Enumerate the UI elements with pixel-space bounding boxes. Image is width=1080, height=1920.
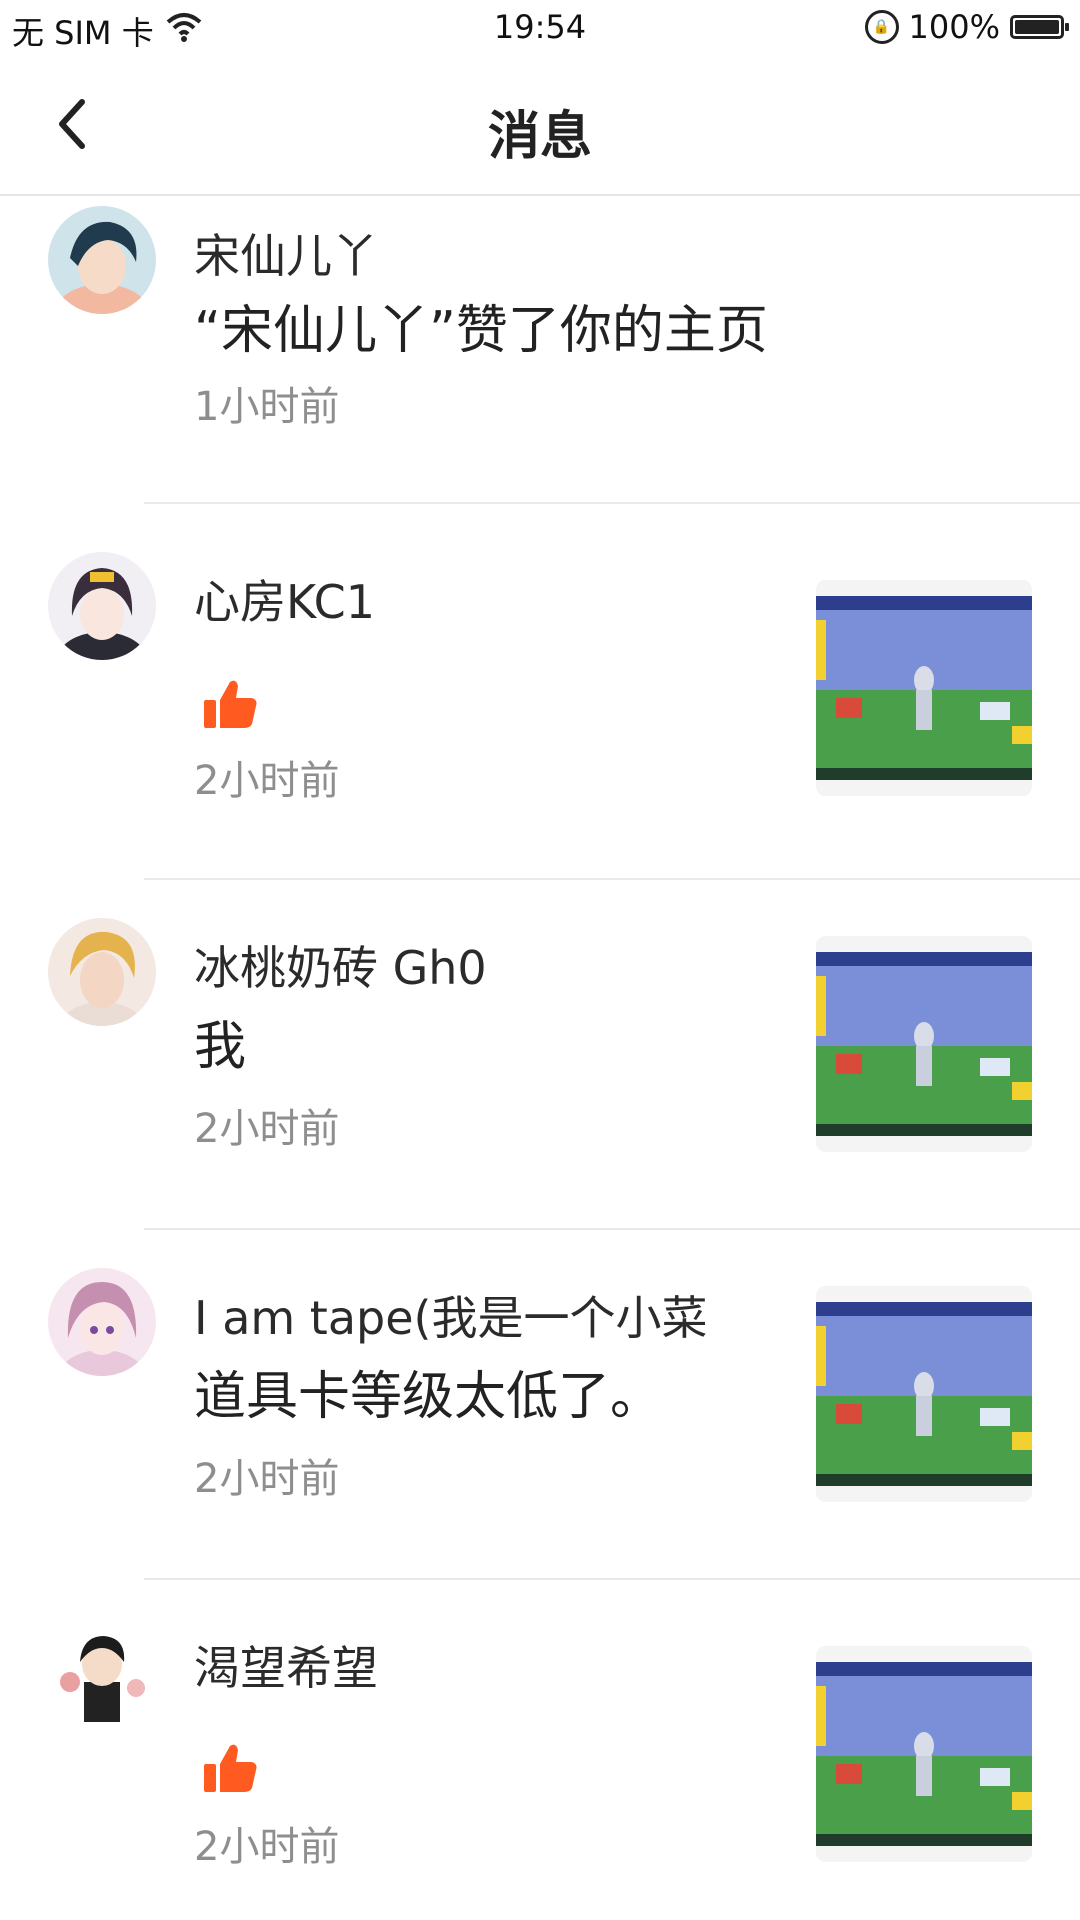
message-text: 道具卡等级太低了。	[194, 1367, 663, 1427]
list-item[interactable]: I am tape(我是一个小菜 道具卡等级太低了。 2小时前	[0, 1230, 1080, 1580]
message-time: 2小时前	[194, 1456, 340, 1502]
message-time: 2小时前	[194, 1106, 340, 1152]
status-right: 🔒 100%	[864, 8, 1069, 46]
page-title: 消息	[487, 107, 592, 167]
sender-name: 渴望希望	[194, 1641, 378, 1695]
header-bar: 消息	[0, 56, 1080, 196]
message-text: “宋仙儿丫”赞了你的主页	[194, 301, 768, 361]
status-bar: 无 SIM 卡 19:54 🔒 100%	[0, 0, 1080, 56]
list-item[interactable]: 冰桃奶砖 Gh0 我 2小时前	[0, 880, 1080, 1230]
avatar[interactable]	[48, 1268, 156, 1376]
avatar[interactable]	[48, 206, 156, 314]
post-thumbnail[interactable]	[816, 936, 1032, 1152]
message-time: 1小时前	[194, 384, 340, 430]
thumbs-up-icon	[204, 680, 257, 728]
battery-percent: 100%	[908, 8, 1000, 46]
message-time: 2小时前	[194, 1824, 340, 1870]
rotation-lock-icon: 🔒	[864, 10, 899, 44]
sender-name: 心房KC1	[194, 575, 376, 629]
sender-name: 冰桃奶砖 Gh0	[194, 941, 487, 995]
post-thumbnail[interactable]	[816, 1286, 1032, 1502]
avatar[interactable]	[48, 1618, 156, 1726]
post-thumbnail[interactable]	[816, 580, 1032, 796]
battery-icon	[1010, 15, 1069, 39]
message-time: 2小时前	[194, 758, 340, 804]
list-item[interactable]: 宋仙儿丫 “宋仙儿丫”赞了你的主页 1小时前	[0, 196, 1080, 504]
post-thumbnail[interactable]	[816, 1646, 1032, 1862]
sender-name: I am tape(我是一个小菜	[194, 1291, 708, 1345]
message-text: 我	[194, 1017, 247, 1077]
avatar[interactable]	[48, 552, 156, 660]
message-list: 宋仙儿丫 “宋仙儿丫”赞了你的主页 1小时前 心房KC1 2小时前 冰桃奶砖 G…	[0, 196, 1080, 1920]
avatar[interactable]	[48, 918, 156, 1026]
sender-name: 宋仙儿丫	[194, 229, 378, 283]
list-item[interactable]: 心房KC1 2小时前	[0, 504, 1080, 880]
list-item[interactable]: 渴望希望 2小时前	[0, 1580, 1080, 1920]
thumbs-up-icon	[204, 1744, 257, 1792]
